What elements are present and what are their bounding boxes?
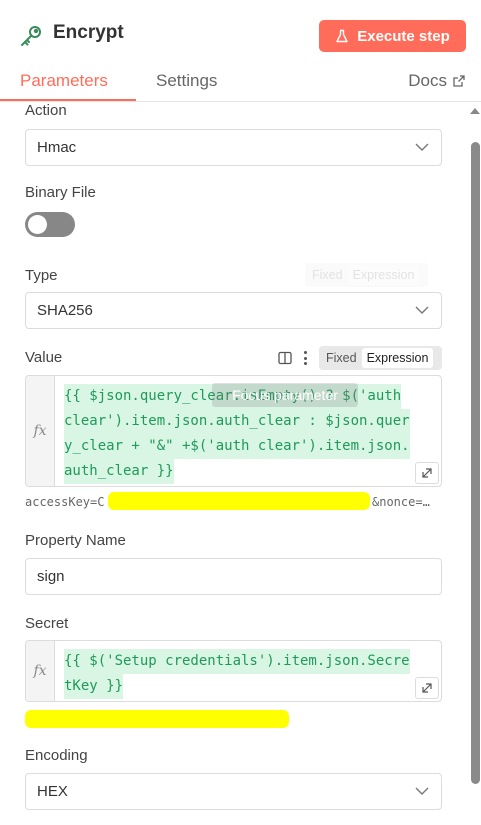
property-name-label: Property Name — [25, 532, 126, 549]
redaction-highlight — [108, 492, 370, 510]
value-mode-expression[interactable]: Expression — [361, 348, 434, 368]
code-line: y_clear + "&" +$('auth clear').item.json… — [64, 434, 410, 459]
parameters-panel: Action Hmac Binary File Type Fixed Expre… — [0, 102, 465, 825]
active-tab-indicator — [0, 99, 136, 101]
toggle-knob — [28, 215, 47, 234]
redaction-highlight — [25, 710, 289, 728]
type-mode-fixed[interactable]: Fixed — [307, 265, 348, 285]
code-line: auth_clear }} — [64, 459, 174, 484]
result-prefix: accessKey=C — [25, 495, 105, 509]
value-mode-fixed[interactable]: Fixed — [321, 348, 362, 368]
binary-file-toggle[interactable] — [25, 212, 75, 237]
fx-icon: fx — [26, 376, 55, 486]
value-mode-switch[interactable]: Fixed Expression — [319, 346, 442, 370]
type-select[interactable]: SHA256 — [25, 292, 442, 329]
scrollbar-thumb[interactable] — [471, 142, 480, 784]
flask-icon — [336, 29, 348, 43]
tab-settings[interactable]: Settings — [156, 71, 217, 91]
code-line: {{ $('Setup credentials').item.json.Secr… — [64, 649, 410, 674]
node-header: Encrypt Execute step — [0, 0, 481, 70]
execute-step-button[interactable]: Execute step — [319, 20, 466, 52]
value-result-suffix: &nonce=… — [372, 495, 430, 509]
chevron-down-icon — [415, 143, 429, 151]
open-editor-icon — [422, 468, 432, 478]
fx-icon: fx — [26, 641, 55, 701]
encoding-value: HEX — [37, 783, 68, 800]
open-editor-button[interactable] — [415, 462, 439, 484]
external-link-icon — [453, 75, 465, 87]
binary-file-label: Binary File — [25, 184, 96, 201]
chevron-down-icon — [415, 306, 429, 314]
options-menu-icon[interactable] — [304, 351, 308, 365]
docs-link[interactable]: Docs — [408, 71, 465, 91]
execute-step-label: Execute step — [357, 27, 450, 45]
code-line: clear').item.json.auth_clear : $json.que… — [64, 409, 410, 434]
type-value: SHA256 — [37, 302, 93, 319]
action-label: Action — [25, 102, 67, 119]
encoding-select[interactable]: HEX — [25, 773, 442, 810]
tab-parameters[interactable]: Parameters — [20, 71, 108, 91]
secret-expression-editor[interactable]: fx {{ $('Setup credentials').item.json.S… — [25, 640, 442, 702]
tab-bar: Parameters Settings Docs — [0, 62, 481, 102]
code-line: tKey }} — [64, 674, 124, 699]
docs-label: Docs — [408, 71, 447, 90]
action-select[interactable]: Hmac — [25, 129, 442, 166]
open-editor-icon — [422, 683, 432, 693]
type-mode-switch[interactable]: Fixed Expression — [305, 263, 428, 287]
secret-label: Secret — [25, 615, 69, 632]
node-title: Encrypt — [53, 22, 124, 43]
value-result-preview: accessKey=C — [25, 495, 104, 509]
panel-icon[interactable] — [278, 351, 292, 365]
chevron-down-icon — [415, 787, 429, 795]
scroll-up-arrow-icon[interactable] — [470, 108, 480, 114]
action-value: Hmac — [37, 139, 77, 156]
open-editor-button[interactable] — [415, 677, 439, 699]
focus-parameter-tooltip: Focus parameter — [212, 383, 358, 407]
property-name-value: sign — [37, 568, 65, 585]
encoding-label: Encoding — [25, 747, 88, 764]
key-icon — [21, 26, 41, 46]
property-name-input[interactable]: sign — [25, 558, 442, 595]
type-label: Type — [25, 267, 58, 284]
secret-expression-code[interactable]: {{ $('Setup credentials').item.json.Secr… — [64, 649, 436, 699]
type-mode-expression[interactable]: Expression — [347, 265, 420, 285]
value-label: Value — [25, 349, 63, 366]
